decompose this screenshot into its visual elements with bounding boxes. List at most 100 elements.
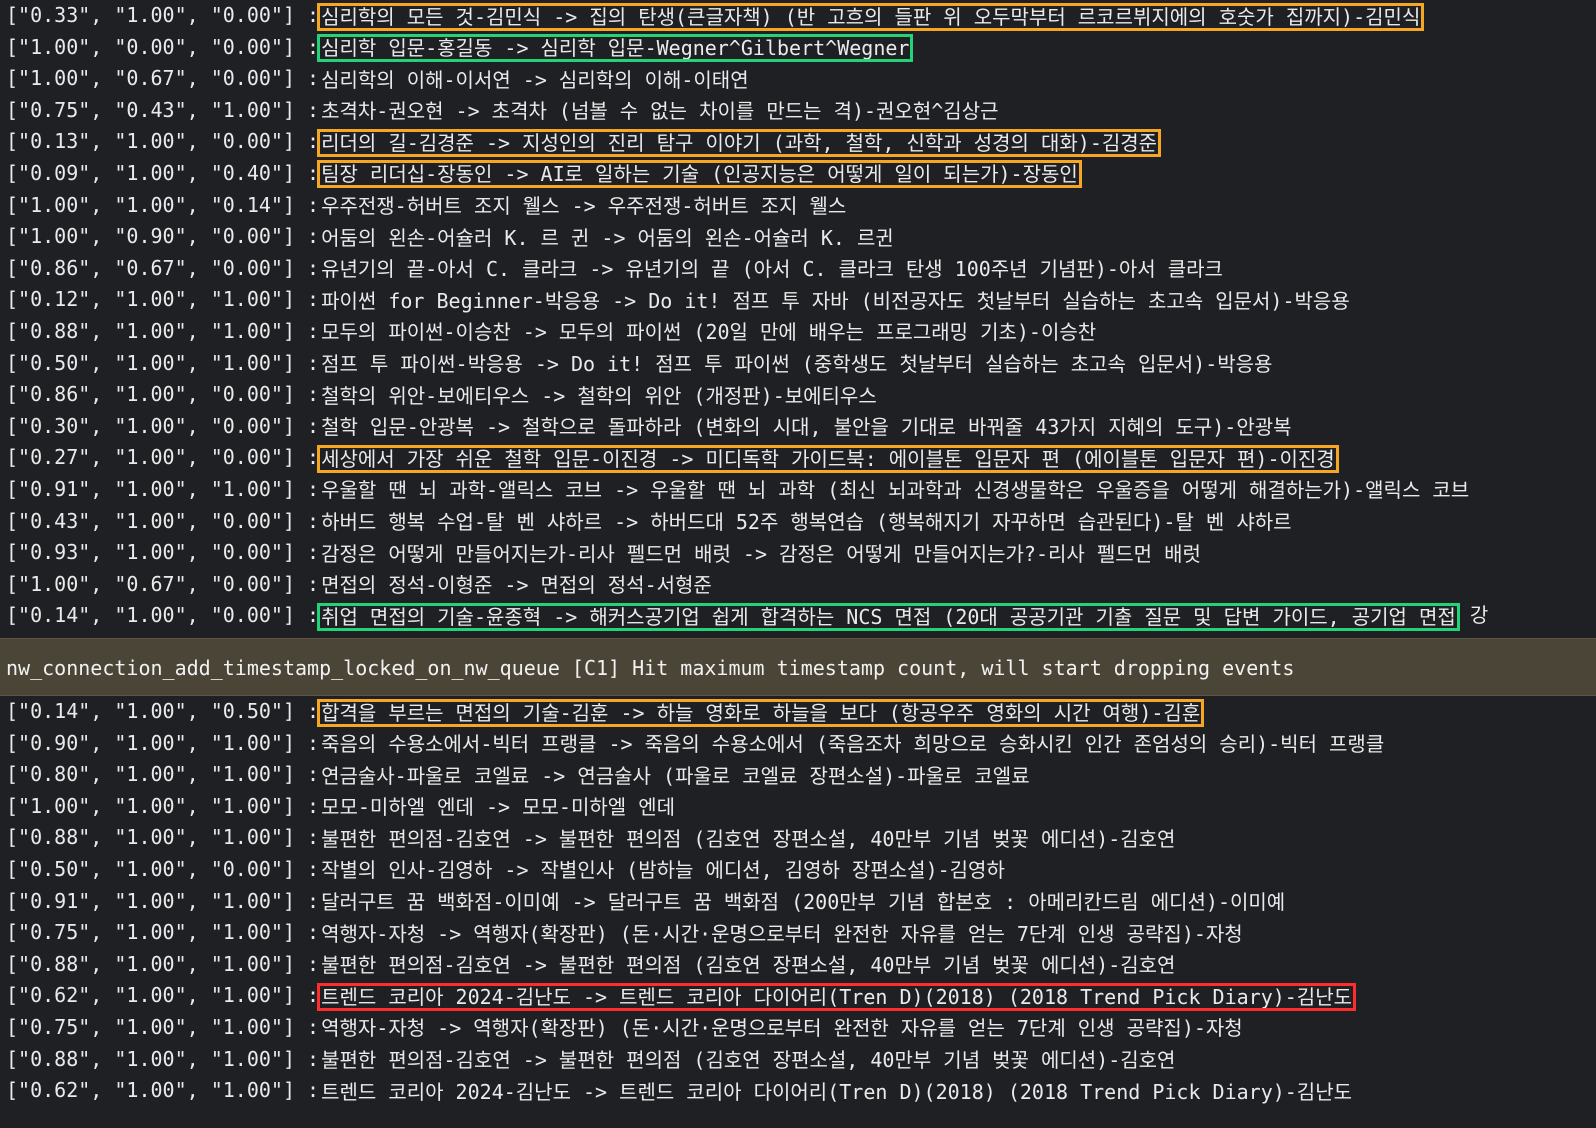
score-triplet: ["0.88", "1.00", "1.00"] :	[6, 825, 320, 850]
match-text: 합격을 부르는 면접의 기술-김훈 -> 하늘 영화로 하늘을 보다 (항공우주…	[317, 698, 1205, 727]
match-text: 감정은 어떻게 만들어지는가-리사 펠드먼 배럿 -> 감정은 어떻게 만들어지…	[321, 541, 1201, 566]
match-text: 면접의 정석-이형준 -> 면접의 정석-서형준	[321, 573, 712, 598]
score-triplet: ["1.00", "0.90", "0.00"] :	[6, 224, 320, 249]
match-text: 작별의 인사-김영하 -> 작별인사 (밤하늘 에디션, 김영하 장편소설)-김…	[321, 858, 1005, 883]
log-row: ["1.00", "0.67", "0.00"] : 심리학의 이해-이서연 ->…	[0, 63, 1596, 95]
match-text: 취업 면접의 기술-윤종혁 -> 해커스공기업 쉽게 합격하는 NCS 면접 (…	[317, 602, 1460, 631]
log-row: ["0.33", "1.00", "0.00"] : 심리학의 모든 것-김민식 …	[0, 0, 1596, 32]
log-row: ["0.13", "1.00", "0.00"] : 리더의 길-김경준 -> 지…	[0, 126, 1596, 158]
match-text: 달러구트 꿈 백화점-이미예 -> 달러구트 꿈 백화점 (200만부 기념 합…	[321, 890, 1286, 915]
score-triplet: ["0.75", "1.00", "1.00"] :	[6, 1014, 320, 1039]
match-text: 심리학 입문-홍길동 -> 심리학 입문-Wegner^Gilbert^Wegn…	[317, 34, 914, 63]
match-text: 불편한 편의점-김호연 -> 불편한 편의점 (김호연 장편소설, 40만부 기…	[321, 953, 1176, 978]
score-triplet: ["0.33", "1.00", "0.00"] :	[6, 3, 320, 27]
score-triplet: ["0.91", "1.00", "1.00"] :	[6, 476, 320, 501]
score-triplet: ["0.75", "0.43", "1.00"] :	[6, 97, 320, 122]
score-triplet: ["0.90", "1.00", "1.00"] :	[6, 730, 320, 755]
match-text: 연금술사-파울로 코엘료 -> 연금술사 (파울로 코엘료 장편소설)-파울로 …	[321, 763, 1030, 788]
log-row: ["0.86", "0.67", "0.00"] : 유년기의 끝-아서 C. 클…	[0, 253, 1596, 285]
match-text: 죽음의 수용소에서-빅터 프랭클 -> 죽음의 수용소에서 (죽음조차 희망으로…	[321, 732, 1385, 757]
match-text: 초격차-권오현 -> 초격차 (넘볼 수 없는 차이를 만드는 격)-권오현^김…	[321, 99, 999, 124]
match-text: 팀장 리더십-장동인 -> AI로 일하는 기술 (인공지능은 어떻게 일이 되…	[317, 160, 1082, 189]
log-row: ["0.50", "1.00", "1.00"] : 점프 투 파이썬-박응용 -…	[0, 348, 1596, 380]
score-triplet: ["0.88", "1.00", "1.00"] :	[6, 951, 320, 976]
score-triplet: ["0.50", "1.00", "1.00"] :	[6, 350, 320, 375]
log-row: ["1.00", "0.00", "0.00"] : 심리학 입문-홍길동 -> …	[0, 32, 1596, 64]
match-text: 심리학의 이해-이서연 -> 심리학의 이해-이태연	[321, 67, 749, 92]
log-row: ["1.00", "0.67", "0.00"] : 면접의 정석-이형준 -> …	[0, 569, 1596, 601]
match-text: 철학의 위안-보에티우스 -> 철학의 위안 (개정판)-보에티우스	[321, 383, 877, 408]
log-row: ["1.00", "1.00", "1.00"] : 모모-미하엘 엔데 -> 모…	[0, 791, 1596, 823]
score-triplet: ["0.30", "1.00", "0.00"] :	[6, 413, 320, 438]
match-text: 불편한 편의점-김호연 -> 불편한 편의점 (김호연 장편소설, 40만부 기…	[321, 1048, 1176, 1073]
score-triplet: ["1.00", "0.00", "0.00"] :	[6, 34, 320, 59]
score-triplet: ["0.12", "1.00", "1.00"] :	[6, 287, 320, 312]
score-triplet: ["0.14", "1.00", "0.50"] :	[6, 699, 320, 723]
match-text: 우울할 땐 뇌 과학-앨릭스 코브 -> 우울할 땐 뇌 과학 (최신 뇌과학과…	[321, 478, 1470, 503]
score-triplet: ["0.50", "1.00", "0.00"] :	[6, 856, 320, 881]
log-row: ["0.88", "1.00", "1.00"] : 모두의 파이썬-이승찬 ->…	[0, 316, 1596, 348]
score-triplet: ["0.86", "0.67", "0.00"] :	[6, 255, 320, 280]
score-triplet: ["0.88", "1.00", "1.00"] :	[6, 1046, 320, 1071]
match-text: 하버드 행복 수업-탈 벤 샤하르 -> 하버드대 52주 행복연습 (행복해지…	[321, 510, 1292, 534]
log-row: ["0.62", "1.00", "1.00"] : 트렌드 코리아 2024-김…	[0, 1075, 1596, 1107]
log-row: ["0.93", "1.00", "0.00"] : 감정은 어떻게 만들어지는가…	[0, 537, 1596, 569]
overflow-text: 강	[1457, 603, 1489, 628]
match-text: 어둠의 왼손-어슐러 K. 르 귄 -> 어둠의 왼손-어슐러 K. 르귄	[321, 225, 894, 250]
score-triplet: ["0.93", "1.00", "0.00"] :	[6, 540, 320, 565]
match-text: 트렌드 코리아 2024-김난도 -> 트렌드 코리아 다이어리(Tren D)…	[317, 982, 1357, 1011]
score-triplet: ["1.00", "1.00", "0.14"] :	[6, 192, 320, 217]
log-row: ["0.90", "1.00", "1.00"] : 죽음의 수용소에서-빅터 프…	[0, 728, 1596, 760]
log-row: ["0.88", "1.00", "1.00"] : 불편한 편의점-김호연 ->…	[0, 1044, 1596, 1076]
log-row: ["0.12", "1.00", "1.00"] : 파이썬 for Beginn…	[0, 284, 1596, 316]
match-text: 역행자-자청 -> 역행자(확장판) (돈·시간·운명으로부터 완전한 자유를 …	[321, 1016, 1243, 1041]
match-text: 리더의 길-김경준 -> 지성인의 진리 탐구 이야기 (과학, 철학, 신학과…	[317, 128, 1162, 157]
match-text: 파이썬 for Beginner-박응용 -> Do it! 점프 투 자바 (…	[321, 288, 1350, 313]
score-triplet: ["0.14", "1.00", "0.00"] :	[6, 603, 320, 628]
log-row: ["0.75", "1.00", "1.00"] : 역행자-자청 -> 역행자(…	[0, 917, 1596, 949]
console-output: ["0.33", "1.00", "0.00"] : 심리학의 모든 것-김민식 …	[0, 0, 1596, 1128]
match-text: 세상에서 가장 쉬운 철학 입문-이진경 -> 미디독학 가이드북: 에이블톤 …	[317, 444, 1339, 473]
log-block-bottom: ["0.14", "1.00", "0.50"] : 합격을 부르는 면접의 기술…	[0, 696, 1596, 1123]
score-triplet: ["0.86", "1.00", "0.00"] :	[6, 382, 320, 407]
match-text: 역행자-자청 -> 역행자(확장판) (돈·시간·운명으로부터 완전한 자유를 …	[321, 921, 1243, 946]
match-text: 우주전쟁-허버트 조지 웰스 -> 우주전쟁-허버트 조지 웰스	[321, 194, 847, 219]
match-text: 유년기의 끝-아서 C. 클라크 -> 유년기의 끝 (아서 C. 클라크 탄생…	[321, 257, 1223, 282]
match-text: 불편한 편의점-김호연 -> 불편한 편의점 (김호연 장편소설, 40만부 기…	[321, 826, 1176, 851]
score-triplet: ["1.00", "0.67", "0.00"] :	[6, 66, 320, 91]
score-triplet: ["1.00", "1.00", "1.00"] :	[6, 793, 320, 818]
log-row: ["0.88", "1.00", "1.00"] : 불편한 편의점-김호연 ->…	[0, 949, 1596, 981]
log-row: ["0.91", "1.00", "1.00"] : 우울할 땐 뇌 과학-앨릭스…	[0, 474, 1596, 506]
log-row: ["0.88", "1.00", "1.00"] : 불편한 편의점-김호연 ->…	[0, 822, 1596, 854]
log-row: ["0.14", "1.00", "0.00"] : 취업 면접의 기술-윤종혁 …	[0, 600, 1596, 632]
log-row: ["0.27", "1.00", "0.00"] : 세상에서 가장 쉬운 철학 …	[0, 442, 1596, 474]
log-row: ["0.80", "1.00", "1.00"] : 연금술사-파울로 코엘료 -…	[0, 759, 1596, 791]
log-row: ["0.86", "1.00", "0.00"] : 철학의 위안-보에티우스 -…	[0, 379, 1596, 411]
log-row: ["1.00", "0.90", "0.00"] : 어둠의 왼손-어슐러 K. …	[0, 221, 1596, 253]
score-triplet: ["1.00", "0.67", "0.00"] :	[6, 571, 320, 596]
log-row: ["0.14", "1.00", "0.50"] : 합격을 부르는 면접의 기술…	[0, 696, 1596, 728]
match-text: 점프 투 파이썬-박응용 -> Do it! 점프 투 파이썬 (중학생도 첫날…	[321, 352, 1273, 377]
log-row: ["0.75", "0.43", "1.00"] : 초격차-권오현 -> 초격차…	[0, 95, 1596, 127]
score-triplet: ["0.91", "1.00", "1.00"] :	[6, 888, 320, 913]
log-row: ["0.75", "1.00", "1.00"] : 역행자-자청 -> 역행자(…	[0, 1012, 1596, 1044]
log-row: ["0.09", "1.00", "0.40"] : 팀장 리더십-장동인 -> …	[0, 158, 1596, 190]
log-row: ["0.43", "1.00", "0.00"] : 하버드 행복 수업-탈 벤 …	[0, 506, 1596, 538]
score-triplet: ["0.62", "1.00", "1.00"] :	[6, 1078, 320, 1103]
score-triplet: ["0.80", "1.00", "1.00"] :	[6, 762, 320, 787]
log-block-top: ["0.33", "1.00", "0.00"] : 심리학의 모든 것-김민식 …	[0, 0, 1596, 638]
log-row: ["0.30", "1.00", "0.00"] : 철학 입문-안광복 -> 철…	[0, 411, 1596, 443]
score-triplet: ["0.62", "1.00", "1.00"] :	[6, 983, 320, 1008]
warning-banner: nw_connection_add_timestamp_locked_on_nw…	[0, 638, 1596, 696]
log-row: ["0.50", "1.00", "0.00"] : 작별의 인사-김영하 -> …	[0, 854, 1596, 886]
score-triplet: ["0.27", "1.00", "0.00"] :	[6, 445, 320, 470]
match-text: 심리학의 모든 것-김민식 -> 집의 탄생(큰글자책) (반 고흐의 들판 위…	[317, 2, 1425, 31]
match-text: 철학 입문-안광복 -> 철학으로 돌파하라 (변화의 시대, 불안을 기대로 …	[321, 415, 1292, 440]
match-text: 모두의 파이썬-이승찬 -> 모두의 파이썬 (20일 만에 배우는 프로그래밍…	[321, 320, 1097, 345]
match-text: 모모-미하엘 엔데 -> 모모-미하엘 엔데	[321, 795, 676, 820]
warning-text: nw_connection_add_timestamp_locked_on_nw…	[6, 656, 1295, 680]
score-triplet: ["0.88", "1.00", "1.00"] :	[6, 318, 320, 343]
score-triplet: ["0.75", "1.00", "1.00"] :	[6, 920, 320, 945]
score-triplet: ["0.09", "1.00", "0.40"] :	[6, 160, 320, 185]
score-triplet: ["0.43", "1.00", "0.00"] :	[6, 508, 320, 533]
